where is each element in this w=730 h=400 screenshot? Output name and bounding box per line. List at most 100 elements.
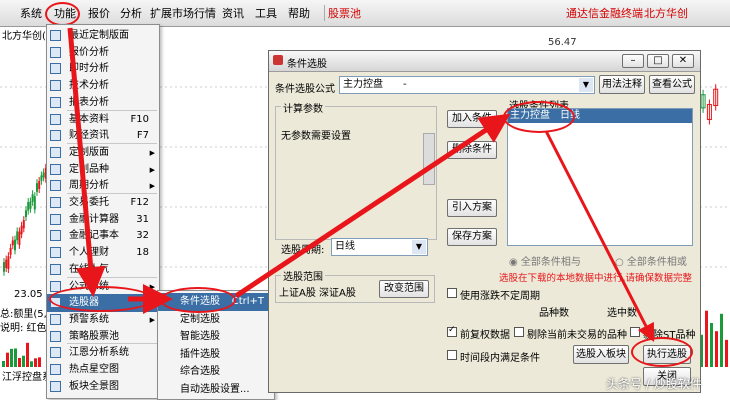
candle-body [14, 239, 16, 251]
function-menu-item[interactable]: 江恩分析系统 [47, 344, 159, 362]
radio-all-and[interactable]: ◉ 全部条件相与 [509, 253, 581, 268]
submenu-item[interactable]: 插件选股 [158, 346, 274, 364]
volume-bar [30, 361, 33, 367]
menu-stock-pool[interactable]: 股票池 [324, 5, 361, 21]
close-icon[interactable]: ✕ [672, 54, 694, 68]
menu-item-shortcut: 31 [136, 213, 149, 225]
candle-body [9, 247, 12, 255]
menu-item-label: 最近定制版面 [69, 30, 129, 41]
range-title: 选股范围 [281, 268, 325, 283]
period-label: 选股周期: [281, 245, 325, 256]
dialog-titlebar: 条件选股 – □ ✕ [269, 51, 700, 72]
submenu-item-label: 智能选股 [180, 331, 220, 343]
volume-bar [14, 348, 17, 367]
calc-params-title: 计算参数 [281, 100, 325, 115]
highlight-ellipse-function [45, 2, 80, 26]
price-high: 56.47 [548, 37, 577, 48]
radio-all-or[interactable]: ○ 全部条件相或 [615, 253, 687, 268]
candle-body [36, 183, 38, 192]
custom-period-checkbox[interactable] [447, 288, 457, 298]
candle-body [31, 194, 34, 202]
menu-news[interactable]: 资讯 [222, 5, 244, 21]
function-menu: 最近定制版面 报价分析 即时分析 技术分析 报表分析 基本资料 F10 财经资讯 F7 定制版面 ▶… [46, 24, 160, 399]
menu-item-label: 个人理财 [69, 247, 109, 259]
function-menu-item[interactable]: 技术分析 [47, 77, 159, 95]
to-block-button[interactable]: 选股入板块 [573, 345, 629, 364]
app-title: 通达信金融终端 [566, 7, 643, 20]
function-menu-item[interactable]: 即时分析 [47, 60, 159, 78]
prev-adjust-checkbox[interactable]: ✓ [447, 325, 457, 337]
function-menu-item[interactable]: 个人理财 18 [47, 244, 159, 262]
function-menu-item[interactable]: 金融计算器 31 [47, 211, 159, 229]
menu-analysis[interactable]: 分析 [120, 5, 142, 21]
menu-item-icon [50, 197, 61, 208]
save-plan-button[interactable]: 保存方案 [447, 228, 497, 246]
selected-count-label: 选中数 [607, 308, 637, 319]
usage-notes-button[interactable]: 用法注释 [599, 75, 645, 94]
period-satisfy-label: 时间段内满足条件 [460, 353, 540, 364]
menu-item-icon [50, 113, 61, 125]
submenu-item[interactable]: 定制选股 [158, 311, 274, 329]
menu-item-icon [50, 280, 61, 292]
prev-adjust-label: 前复权数据 [460, 330, 510, 341]
change-range-button[interactable]: 改变范围 [379, 280, 429, 298]
exclude-untraded-checkbox[interactable] [514, 327, 524, 337]
watermark: 头条号 / 炒股软件 [606, 377, 702, 391]
function-menu-item[interactable]: 金融记事本 32 [47, 227, 159, 245]
maximize-icon[interactable]: □ [647, 54, 669, 68]
formula-select[interactable]: 主力控盘 - ▼ [339, 76, 595, 94]
menu-help[interactable]: 帮助 [288, 5, 310, 21]
count-label: 品种数 [539, 308, 569, 319]
dialog-title: 条件选股 [287, 59, 327, 70]
menu-item-label: 板块全景图 [69, 380, 119, 392]
warning-text: 选股在下载的本地数据中进行,请确保数据完整 [499, 273, 693, 284]
delete-condition-button[interactable]: 删除条件 [447, 141, 497, 159]
submenu-item-label: 综合选股 [180, 366, 220, 378]
submenu-item[interactable]: 智能选股 [158, 328, 274, 346]
volume-bar [725, 339, 728, 367]
import-plan-button[interactable]: 引入方案 [447, 199, 497, 217]
minimize-icon[interactable]: – [622, 54, 644, 68]
submenu-item[interactable]: 自动选股设置... [158, 381, 274, 399]
function-menu-item[interactable]: 板块全景图 [47, 378, 159, 396]
menu-item-label: 定制版面 [69, 146, 109, 158]
submenu-item-shortcut: Ctrl+T [231, 296, 264, 307]
menu-extended-market[interactable]: 扩展市场行情 [150, 5, 216, 21]
period-satisfy-checkbox[interactable] [447, 350, 457, 360]
exclude-st-checkbox[interactable] [630, 327, 640, 337]
params-scrollbar[interactable] [423, 133, 435, 185]
volume-bar [34, 358, 37, 367]
function-menu-item[interactable]: 热点星空图 [47, 361, 159, 379]
function-menu-item[interactable]: 定制版面 ▶ [47, 144, 159, 162]
menu-system[interactable]: 系统 [20, 5, 42, 21]
candle-body [7, 256, 10, 270]
menu-item-icon [50, 263, 61, 275]
submenu-item[interactable]: 综合选股 [158, 363, 274, 381]
volume-bar [18, 357, 21, 367]
menu-item-label: 基本资料 [69, 113, 109, 125]
menu-item-icon [50, 96, 61, 108]
function-menu-item[interactable]: 最近定制版面 [47, 27, 159, 45]
candle-body [25, 210, 27, 218]
function-menu-item[interactable]: 报价分析 [47, 44, 159, 62]
period-select[interactable]: 日线 ▼ [331, 238, 428, 256]
menu-item-label: 定制品种 [69, 163, 109, 175]
formula-label: 条件选股公式 [275, 84, 335, 95]
function-menu-item[interactable]: 交易委托 F12 [47, 194, 159, 212]
menu-item-shortcut: 18 [136, 247, 149, 259]
submenu-item-label: 定制选股 [180, 313, 220, 325]
chevron-down-icon[interactable]: ▼ [412, 240, 426, 254]
menu-quote[interactable]: 报价 [88, 5, 110, 21]
function-menu-item[interactable]: 预警系统 ▶ [47, 311, 159, 329]
no-params-text: 无参数需要设置 [281, 131, 351, 142]
view-formula-button[interactable]: 查看公式 [649, 75, 695, 94]
menu-tools[interactable]: 工具 [255, 5, 277, 21]
candle-body [42, 172, 45, 178]
range-value: 上证A股 深证A股 [279, 288, 356, 299]
chevron-down-icon[interactable]: ▼ [579, 78, 593, 92]
add-condition-button[interactable]: 加入条件 [447, 110, 497, 128]
volume-bar [710, 323, 713, 367]
function-menu-item[interactable]: 基本资料 F10 [47, 111, 159, 129]
function-menu-item[interactable]: 定制品种 ▶ [47, 161, 159, 179]
menu-item-icon [50, 63, 61, 75]
